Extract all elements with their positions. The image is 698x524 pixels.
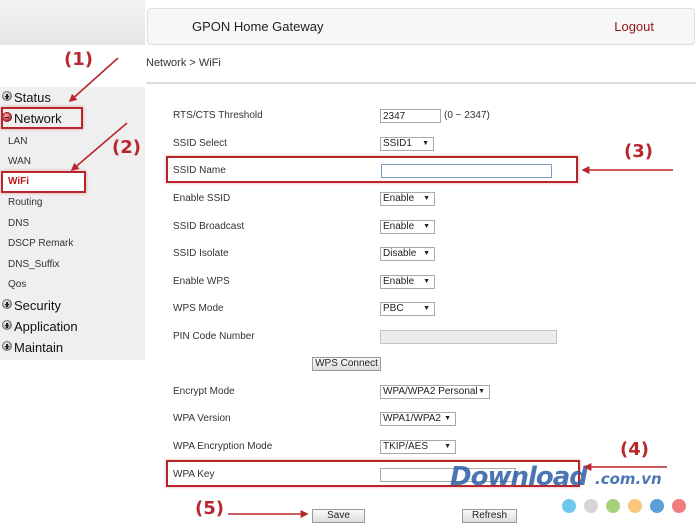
rts-cts-input[interactable] [380, 109, 441, 123]
plus-icon [2, 341, 12, 351]
selected-value: PBC [383, 303, 404, 314]
selected-value: Enable [383, 193, 415, 204]
app-title: GPON Home Gateway [192, 19, 324, 34]
header-bar: GPON Home Gateway Logout [147, 8, 695, 45]
sidebar-header [0, 0, 145, 45]
enable-wps-dropdown[interactable]: Enable ▼ [380, 275, 435, 289]
refresh-button[interactable]: Refresh [462, 509, 517, 523]
watermark-dot [562, 499, 576, 513]
sidebar-group-label: Maintain [14, 340, 64, 355]
sidebar-group-label: Status [14, 90, 51, 105]
watermark-dot [628, 499, 642, 513]
watermark-dot [584, 499, 598, 513]
sidebar-group-application[interactable]: Application [2, 317, 78, 337]
sidebar-group-maintain[interactable]: Maintain [2, 338, 63, 358]
watermark-dot [606, 499, 620, 513]
selected-value: Disable [383, 248, 417, 259]
ssid-broadcast-label: SSID Broadcast [173, 221, 245, 232]
watermark-dot [650, 499, 664, 513]
sidebar-item-wan[interactable]: WAN [8, 154, 31, 170]
encrypt-mode-label: Encrypt Mode [173, 386, 235, 397]
plus-icon [2, 91, 12, 101]
sidebar-item-qos[interactable]: Qos [8, 277, 26, 293]
sidebar-item-lan[interactable]: LAN [8, 134, 27, 150]
step-label-3: (3) [624, 141, 653, 162]
ssid-isolate-label: SSID Isolate [173, 248, 229, 259]
step-label-5: (5) [195, 498, 224, 519]
watermark-dot [672, 499, 686, 513]
pin-code-input[interactable] [380, 330, 557, 344]
selected-value: SSID1 [383, 138, 412, 149]
watermark-text: Download [450, 462, 588, 492]
sidebar-group-label: Security [14, 298, 61, 313]
sidebar-item-dns[interactable]: DNS [8, 216, 29, 232]
dropdown-arrow-icon: ▼ [478, 388, 485, 395]
sidebar-group-status[interactable]: Status [2, 88, 51, 108]
selected-value: Enable [383, 221, 415, 232]
divider [146, 82, 696, 84]
step-label-2: (2) [112, 137, 141, 158]
wpa-encryption-mode-dropdown[interactable]: TKIP/AES ▼ [380, 440, 456, 454]
selected-value: Enable [383, 276, 415, 287]
selected-value: WPA/WPA2 Personal [383, 386, 478, 397]
rts-cts-hint: (0 ~ 2347) [444, 110, 490, 121]
logout-link[interactable]: Logout [614, 19, 654, 34]
highlight-ssid-name [166, 156, 578, 183]
selected-value: TKIP/AES [383, 441, 429, 452]
sidebar-item-routing[interactable]: Routing [8, 195, 42, 211]
dropdown-arrow-icon: ▼ [423, 223, 430, 230]
enable-wps-label: Enable WPS [173, 276, 230, 287]
step-label-4: (4) [620, 439, 649, 460]
highlight-network [1, 107, 83, 129]
ssid-select-dropdown[interactable]: SSID1 ▼ [380, 137, 434, 151]
breadcrumb: Network > WiFi [146, 57, 221, 69]
plus-icon [2, 299, 12, 309]
sidebar-group-label: Application [14, 319, 78, 334]
enable-ssid-dropdown[interactable]: Enable ▼ [380, 192, 435, 206]
wpa-encryption-mode-label: WPA Encryption Mode [173, 441, 273, 452]
dropdown-arrow-icon: ▼ [444, 443, 451, 450]
ssid-broadcast-dropdown[interactable]: Enable ▼ [380, 220, 435, 234]
sidebar-item-dns-suffix[interactable]: DNS_Suffix [8, 257, 60, 273]
sidebar-group-security[interactable]: Security [2, 296, 61, 316]
enable-ssid-label: Enable SSID [173, 193, 231, 204]
dropdown-arrow-icon: ▼ [444, 415, 451, 422]
wps-mode-label: WPS Mode [173, 303, 224, 314]
encrypt-mode-dropdown[interactable]: WPA/WPA2 Personal ▼ [380, 385, 490, 399]
wps-connect-button[interactable]: WPS Connect [312, 357, 381, 371]
dropdown-arrow-icon: ▼ [422, 140, 429, 147]
dropdown-arrow-icon: ▼ [423, 305, 430, 312]
step-label-1: (1) [64, 49, 93, 70]
rts-cts-label: RTS/CTS Threshold [173, 110, 263, 121]
ssid-isolate-dropdown[interactable]: Disable ▼ [380, 247, 435, 261]
save-button[interactable]: Save [312, 509, 365, 523]
selected-value: WPA1/WPA2 [383, 413, 441, 424]
ssid-select-label: SSID Select [173, 138, 227, 149]
sidebar-item-dscp-remark[interactable]: DSCP Remark [8, 236, 73, 252]
dropdown-arrow-icon: ▼ [423, 250, 430, 257]
wps-mode-dropdown[interactable]: PBC ▼ [380, 302, 435, 316]
highlight-wifi [1, 171, 86, 193]
dropdown-arrow-icon: ▼ [423, 195, 430, 202]
pin-code-label: PIN Code Number [173, 331, 255, 342]
wpa-version-label: WPA Version [173, 413, 231, 424]
dropdown-arrow-icon: ▼ [423, 278, 430, 285]
plus-icon [2, 320, 12, 330]
wpa-version-dropdown[interactable]: WPA1/WPA2 ▼ [380, 412, 456, 426]
watermark-suffix: .com.vn [595, 470, 662, 488]
